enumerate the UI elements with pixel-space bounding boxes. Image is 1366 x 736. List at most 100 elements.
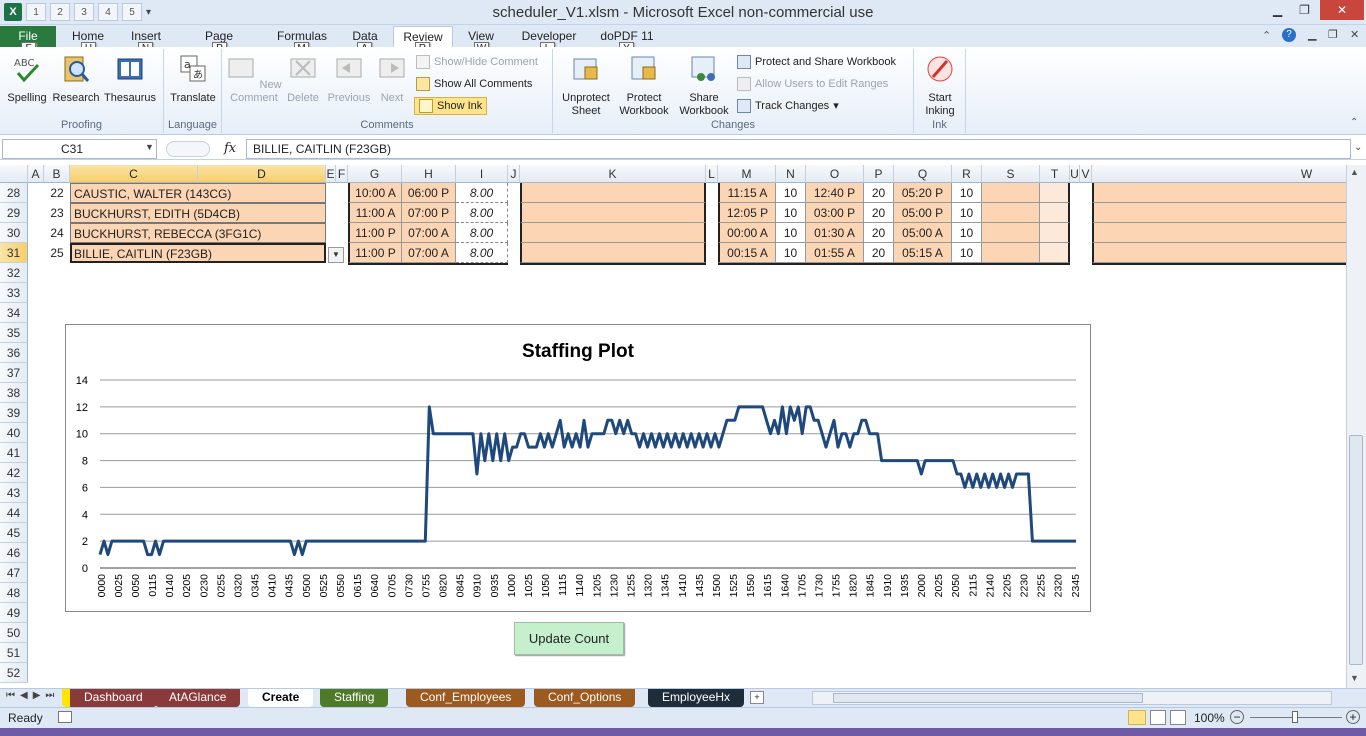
row-header-37[interactable]: 37 xyxy=(0,363,28,383)
row-header-46[interactable]: 46 xyxy=(0,543,28,563)
row-header-38[interactable]: 38 xyxy=(0,383,28,403)
cell-b-number[interactable]: 24 xyxy=(44,223,70,243)
thesaurus-button[interactable]: Thesaurus xyxy=(102,53,158,105)
row-header-35[interactable]: 35 xyxy=(0,323,28,343)
spelling-button[interactable]: ABC Spelling xyxy=(4,53,50,105)
cell-end-time[interactable]: 06:00 P xyxy=(402,183,456,203)
research-button[interactable]: Research xyxy=(50,53,102,105)
show-ink-button[interactable]: Show Ink xyxy=(414,97,488,115)
previous-comment-button[interactable]: Previous xyxy=(324,53,374,105)
row-header-40[interactable]: 40 xyxy=(0,423,28,443)
cell-s-blank[interactable] xyxy=(982,223,1040,243)
ribbon-minimize-icon[interactable]: ⌃ xyxy=(1262,29,1271,42)
row-header-49[interactable]: 49 xyxy=(0,603,28,623)
column-header-j[interactable]: J xyxy=(508,165,520,183)
workbook-minimize-icon[interactable]: ▁ xyxy=(1308,28,1316,41)
row-header-50[interactable]: 50 xyxy=(0,623,28,643)
share-workbook-button[interactable]: Share Workbook xyxy=(675,53,733,118)
cell-break2-min[interactable]: 10 xyxy=(952,203,982,223)
cell-t-blank[interactable] xyxy=(1040,243,1070,263)
zoom-slider-thumb[interactable] xyxy=(1292,711,1298,723)
vertical-scrollbar[interactable]: ▲ ▼ xyxy=(1346,165,1366,688)
cell-start-time[interactable]: 11:00 P xyxy=(348,223,402,243)
translate-button[interactable]: aあ Translate xyxy=(166,53,220,105)
help-icon[interactable]: ? xyxy=(1282,28,1296,42)
cell-k-blank[interactable] xyxy=(520,203,706,223)
row-header-41[interactable]: 41 xyxy=(0,443,28,463)
cell-break2-time[interactable]: 05:20 P xyxy=(894,183,952,203)
cell-break2-min[interactable]: 10 xyxy=(952,243,982,263)
sheet-nav-icons[interactable]: ⏮◀▶⏭ xyxy=(6,690,59,701)
cell-break2-time[interactable]: 05:15 A xyxy=(894,243,952,263)
cell-hours[interactable]: 8.00 xyxy=(456,243,508,263)
column-header-o[interactable]: O xyxy=(806,165,864,183)
restore-button[interactable]: ❐ xyxy=(1291,0,1318,20)
cell-break2-time[interactable]: 05:00 A xyxy=(894,223,952,243)
show-all-comments-button[interactable]: Show All Comments xyxy=(416,75,532,93)
cell-employee-name[interactable]: CAUSTIC, WALTER (143CG) xyxy=(70,183,326,203)
sheet-tab-conf-employees[interactable]: Conf_Employees xyxy=(406,689,526,707)
cell-lunch-time[interactable]: 01:55 A xyxy=(806,243,864,263)
column-header-h[interactable]: H xyxy=(402,165,456,183)
row-header-29[interactable]: 29 xyxy=(0,203,28,223)
cell-end-time[interactable]: 07:00 P xyxy=(402,203,456,223)
sheet-tab-conf-options[interactable]: Conf_Options xyxy=(534,689,636,707)
horizontal-scrollbar[interactable] xyxy=(812,691,1332,705)
row-header-33[interactable]: 33 xyxy=(0,283,28,303)
cell-t-blank[interactable] xyxy=(1040,203,1070,223)
page-layout-view-icon[interactable] xyxy=(1150,710,1166,725)
workbook-restore-icon[interactable]: ❐ xyxy=(1328,28,1338,41)
row-header-42[interactable]: 42 xyxy=(0,463,28,483)
sheet-tab-staffing[interactable]: Staffing xyxy=(320,689,389,707)
staffing-plot-chart[interactable]: Staffing Plot 0 2 4 6 8 10 12 14 0000 0025 0050 0115… xyxy=(65,324,1091,612)
column-header-q[interactable]: Q xyxy=(894,165,952,183)
row-header-31[interactable]: 31 xyxy=(0,243,28,263)
cell-dropdown-arrow-icon[interactable]: ▼ xyxy=(328,247,344,263)
cell-lunch-min[interactable]: 20 xyxy=(864,223,894,243)
ribbon-collapse-icon[interactable]: ⌃ xyxy=(1350,117,1358,128)
cell-s-blank[interactable] xyxy=(982,183,1040,203)
row-header-28[interactable]: 28 xyxy=(0,183,28,203)
column-header-f[interactable]: F xyxy=(336,165,348,183)
cell-start-time[interactable]: 11:00 P xyxy=(348,243,402,263)
scroll-up-arrow-icon[interactable]: ▲ xyxy=(1350,167,1359,177)
formula-input[interactable]: BILLIE, CAITLIN (F23GB) xyxy=(246,139,1351,159)
cell-hours[interactable]: 8.00 xyxy=(456,223,508,243)
cell-start-time[interactable]: 11:00 A xyxy=(348,203,402,223)
column-header-w[interactable]: W xyxy=(1092,165,1366,183)
cell-w-blank[interactable] xyxy=(1092,243,1366,263)
zoom-level[interactable]: 100% xyxy=(1194,711,1225,725)
scroll-down-arrow-icon[interactable]: ▼ xyxy=(1350,673,1359,683)
cell-b-number[interactable]: 23 xyxy=(44,203,70,223)
show-hide-comment-button[interactable]: Show/Hide Comment xyxy=(416,53,538,71)
cell-t-blank[interactable] xyxy=(1040,223,1070,243)
column-header-c[interactable]: C xyxy=(70,165,198,183)
cell-break1-time[interactable]: 12:05 P xyxy=(718,203,776,223)
cell-break1-min[interactable]: 10 xyxy=(776,203,806,223)
unprotect-sheet-button[interactable]: Unprotect Sheet xyxy=(557,53,615,118)
update-count-button[interactable]: Update Count xyxy=(514,622,624,655)
cell-break1-min[interactable]: 10 xyxy=(776,243,806,263)
cell-k-blank[interactable] xyxy=(520,243,706,263)
column-header-u[interactable]: U xyxy=(1070,165,1080,183)
column-header-l[interactable]: L xyxy=(706,165,718,183)
select-all-corner[interactable] xyxy=(0,165,28,183)
track-changes-button[interactable]: Track Changes ▾ xyxy=(737,97,839,115)
scroll-thumb[interactable] xyxy=(1349,435,1363,665)
cell-w-blank[interactable] xyxy=(1092,183,1366,203)
cell-break1-min[interactable]: 10 xyxy=(776,223,806,243)
name-box[interactable]: C31 xyxy=(2,139,157,159)
minimize-button[interactable]: ▁ xyxy=(1264,0,1291,20)
cell-break2-time[interactable]: 05:00 P xyxy=(894,203,952,223)
cell-hours[interactable]: 8.00 xyxy=(456,203,508,223)
cell-k-blank[interactable] xyxy=(520,223,706,243)
cell-w-blank[interactable] xyxy=(1092,223,1366,243)
next-comment-button[interactable]: Next xyxy=(374,53,410,105)
cell-b-number[interactable]: 25 xyxy=(44,243,70,263)
row-header-32[interactable]: 32 xyxy=(0,263,28,283)
cell-b-number[interactable]: 22 xyxy=(44,183,70,203)
column-header-k[interactable]: K xyxy=(520,165,706,183)
column-header-m[interactable]: M xyxy=(718,165,776,183)
cell-s-blank[interactable] xyxy=(982,243,1040,263)
normal-view-icon[interactable] xyxy=(1128,710,1146,725)
